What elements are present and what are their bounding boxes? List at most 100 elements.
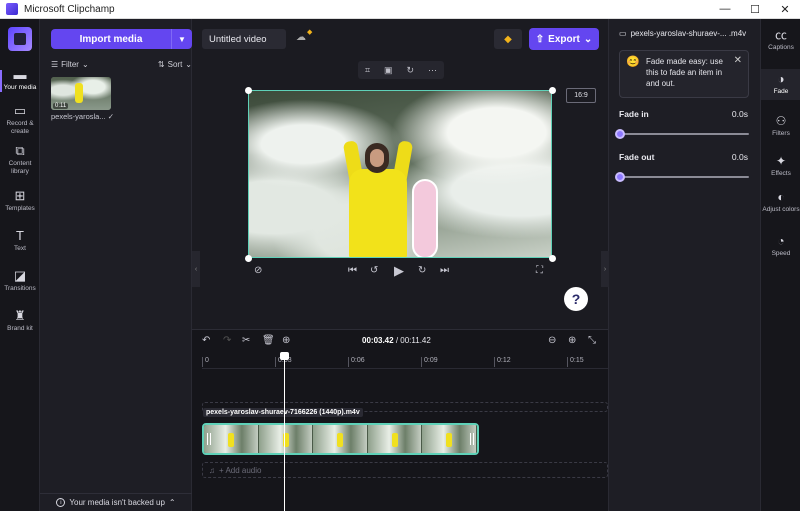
preview-figure-jacket bbox=[349, 169, 407, 257]
chevron-down-icon[interactable]: ▼ bbox=[171, 29, 192, 49]
fade-out-slider[interactable] bbox=[615, 172, 749, 182]
nav-brand-kit[interactable]: ♜ Brand kit bbox=[0, 309, 40, 333]
cloud-off-icon[interactable]: ☁ bbox=[296, 32, 306, 43]
rail-fade[interactable]: ◑ Fade bbox=[761, 69, 800, 100]
rail-captions[interactable]: ㏄ Captions bbox=[761, 29, 800, 52]
clip-trim-handle-right[interactable] bbox=[470, 433, 474, 445]
nav-text[interactable]: T Text bbox=[0, 229, 40, 253]
nav-label: Templates bbox=[5, 205, 35, 212]
resize-handle-bottom-left[interactable] bbox=[245, 255, 252, 262]
nav-your-media[interactable]: ▬ Your media bbox=[0, 68, 40, 92]
fit-icon[interactable]: ▣ bbox=[384, 65, 393, 76]
split-icon[interactable]: ✂ bbox=[242, 335, 250, 346]
chevron-up-icon: ⌃ bbox=[168, 498, 176, 507]
maximize-button[interactable]: ☐ bbox=[740, 0, 770, 19]
nav-templates[interactable]: ⊞ Templates bbox=[0, 189, 40, 213]
add-audio-track[interactable]: ♫ + Add audio bbox=[202, 462, 608, 478]
filters-icon: ⚇ bbox=[775, 114, 787, 128]
add-to-timeline-icon[interactable]: ⊕ bbox=[282, 335, 290, 346]
sort-button[interactable]: ⇅ Sort ⌄ bbox=[158, 57, 192, 71]
chevron-down-icon: ⌄ bbox=[185, 59, 192, 69]
fullscreen-icon[interactable]: ⛶ bbox=[536, 265, 543, 276]
fade-in-slider-handle[interactable] bbox=[615, 129, 625, 139]
aspect-ratio-button[interactable]: 16:9 bbox=[566, 88, 596, 103]
skip-start-icon[interactable]: ⏮ bbox=[348, 265, 357, 276]
fit-timeline-icon[interactable]: ⤡ bbox=[588, 335, 596, 346]
effects-icon: ✦ bbox=[775, 154, 787, 168]
rail-filters[interactable]: ⚇ Filters bbox=[761, 115, 800, 138]
clipchamp-logo-icon bbox=[6, 3, 18, 15]
clip-trim-handle-left[interactable] bbox=[207, 433, 211, 445]
info-icon: i bbox=[56, 498, 66, 507]
resize-handle-top-right[interactable] bbox=[549, 87, 556, 94]
play-icon[interactable]: ▶ bbox=[394, 263, 404, 279]
fade-in-slider[interactable] bbox=[615, 129, 749, 139]
filter-icon: ☰ bbox=[51, 59, 59, 69]
help-button[interactable]: ? bbox=[564, 287, 588, 311]
brand-kit-icon: ♜ bbox=[14, 308, 26, 323]
collapse-right-panel-button[interactable]: › bbox=[601, 251, 609, 287]
rail-effects[interactable]: ✦ Effects bbox=[761, 155, 800, 178]
video-preview[interactable] bbox=[248, 90, 552, 258]
backup-notice[interactable]: i Your media isn't backed up ⌃ bbox=[40, 493, 192, 511]
project-title-input[interactable]: Untitled video bbox=[202, 29, 286, 49]
zoom-out-icon[interactable]: ⊖ bbox=[548, 335, 556, 346]
timeline-ruler[interactable]: 0 0:03 0:06 0:09 0:12 0:15 bbox=[202, 355, 608, 369]
resize-handle-bottom-right[interactable] bbox=[549, 255, 556, 262]
collapse-left-panel-button[interactable]: ‹ bbox=[192, 251, 200, 287]
nav-label: Your media bbox=[3, 84, 37, 91]
chevron-down-icon: ⌄ bbox=[583, 33, 593, 45]
rewind-5-icon[interactable]: ↺ bbox=[370, 265, 378, 276]
close-tip-icon[interactable]: ✕ bbox=[734, 55, 742, 66]
close-window-button[interactable]: ✕ bbox=[770, 0, 800, 19]
premium-diamond-icon: ◆ bbox=[307, 29, 313, 36]
skip-end-icon[interactable]: ⏭ bbox=[440, 265, 449, 276]
text-icon: T bbox=[16, 228, 24, 243]
selected-file-label: pexels-yaroslav-shuraev-... .m4v bbox=[630, 29, 747, 38]
more-options-icon[interactable]: ⋯ bbox=[428, 65, 437, 76]
total-time: 00:11.42 bbox=[400, 336, 431, 345]
import-media-label: Import media bbox=[79, 33, 143, 45]
thumbnail-figure bbox=[75, 83, 83, 103]
camera-off-icon[interactable]: ⊘ bbox=[254, 265, 262, 276]
filter-button[interactable]: ☰ Filter ⌄ bbox=[51, 57, 89, 71]
undo-icon[interactable]: ↶ bbox=[202, 335, 210, 346]
editor-area: ‹ Untitled video ☁ ◆ ◆ ⇧ Export ⌄ ⌗ ▣ ↻ … bbox=[192, 19, 608, 511]
crop-icon[interactable]: ⌗ bbox=[365, 65, 370, 76]
nav-transitions[interactable]: ◪ Transitions bbox=[0, 269, 40, 293]
clip-frame bbox=[258, 425, 314, 453]
sort-label: Sort bbox=[167, 59, 183, 69]
zoom-in-icon[interactable]: ⊕ bbox=[568, 335, 576, 346]
nav-record-create[interactable]: ▭ Record & create bbox=[0, 104, 40, 136]
fade-out-slider-handle[interactable] bbox=[615, 172, 625, 182]
fade-out-label: Fade out bbox=[619, 152, 655, 162]
forward-5-icon[interactable]: ↻ bbox=[418, 265, 426, 276]
media-thumbnail[interactable]: 0:11 bbox=[51, 77, 111, 110]
redo-icon[interactable]: ↷ bbox=[223, 335, 231, 346]
nav-content-library[interactable]: ⧉ Content library bbox=[0, 144, 40, 176]
media-panel: Import media ▼ ☰ Filter ⌄ ⇅ Sort ⌄ 0:11 … bbox=[40, 19, 192, 511]
adjust-colors-icon: ◐ bbox=[777, 190, 785, 204]
rail-speed[interactable]: ◔ Speed bbox=[761, 235, 800, 258]
import-media-button[interactable]: Import media ▼ bbox=[51, 29, 192, 49]
minimize-button[interactable]: — bbox=[710, 0, 740, 19]
rail-adjust-colors[interactable]: ◐ Adjust colors bbox=[761, 191, 800, 214]
premium-button[interactable]: ◆ bbox=[494, 29, 522, 49]
ruler-tick: 0 bbox=[202, 357, 209, 367]
sort-icon: ⇅ bbox=[157, 59, 165, 69]
emoji-icon: 😊 bbox=[626, 56, 640, 68]
ruler-tick: 0:15 bbox=[567, 357, 584, 367]
backup-text: Your media isn't backed up bbox=[69, 498, 165, 507]
ruler-tick: 0:12 bbox=[494, 357, 511, 367]
video-file-icon: ▭ bbox=[619, 29, 627, 38]
resize-handle-top-left[interactable] bbox=[245, 87, 252, 94]
nav-label: Brand kit bbox=[7, 325, 33, 332]
fade-icon: ◑ bbox=[777, 72, 785, 86]
rotate-icon[interactable]: ↻ bbox=[406, 65, 414, 76]
playhead[interactable] bbox=[280, 352, 289, 511]
export-button[interactable]: ⇧ Export ⌄ bbox=[529, 28, 599, 50]
playback-controls: ⊘ ⏮ ↺ ▶ ↻ ⏭ ⛶ bbox=[248, 263, 552, 281]
delete-icon[interactable]: 🗑 bbox=[262, 335, 275, 346]
clip-frame bbox=[367, 425, 423, 453]
video-clip[interactable] bbox=[202, 423, 479, 455]
